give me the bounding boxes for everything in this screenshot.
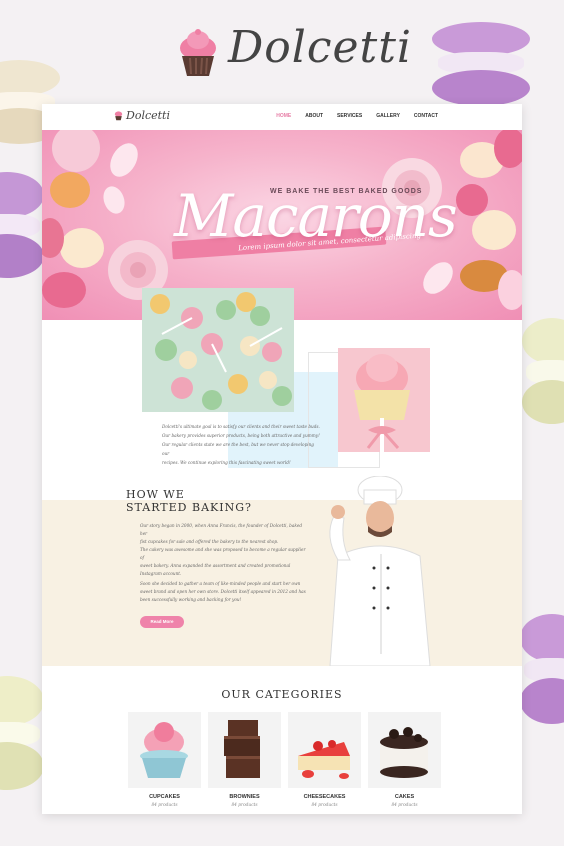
cupcake-icon [180, 29, 216, 76]
cupcake-icon [140, 722, 188, 778]
story-line: Our story began in 2000, when Anna Franc… [140, 523, 303, 536]
story-line: been successfully working and backing fo… [140, 597, 242, 602]
macaron-decoration-left [0, 172, 44, 280]
nav-gallery[interactable]: GALLERY [376, 113, 400, 119]
macaron-decoration-bottom-right [520, 614, 564, 726]
cupcake-image [338, 348, 430, 452]
category-image [208, 712, 281, 788]
story-line: sweet brand and open her own store. Dolc… [140, 589, 306, 594]
category-name: CAKES [394, 794, 415, 800]
about-text: Dolcetti's ultimate goal is to satisfy o… [162, 422, 322, 467]
nav-services[interactable]: SERVICES [337, 113, 362, 119]
story-line: Instagram account. [140, 571, 182, 576]
categories-list: CUPCAKES 84 products BROWNIES 84 product… [128, 712, 441, 808]
about-line: recipes. We continue exploring this fasc… [162, 460, 291, 465]
nav-logo-text: Dolcetti [126, 109, 170, 122]
story-paragraph-2: The cakery was awesome and she was propo… [140, 546, 310, 578]
cake-pops-image [142, 288, 294, 412]
story-paragraph-3: Soon she decided to gather a team of lik… [140, 580, 310, 604]
story-line: sweet bakery. Anna expanded the assortme… [140, 563, 291, 568]
category-name: CHEESECAKES [303, 794, 346, 800]
macaron-decoration-bottom-left [0, 676, 44, 792]
nav-logo[interactable]: Dolcetti [114, 109, 170, 122]
category-image [368, 712, 441, 788]
chef-image [329, 476, 431, 666]
top-navigation: Dolcetti HOME ABOUT SERVICES GALLERY CON… [42, 104, 522, 130]
story-section: HOW WE STARTED BAKING? Our story began i… [42, 476, 522, 666]
categories-title: OUR CATEGORIES [221, 688, 343, 701]
cupcake-illustration [354, 354, 410, 452]
story-title-line2: STARTED BAKING? [126, 501, 252, 514]
category-name: BROWNIES [229, 794, 260, 800]
story-paragraph-1: Our story began in 2000, when Anna Franc… [140, 522, 310, 546]
category-count: 84 products [231, 803, 258, 808]
nav-home[interactable]: HOME [276, 113, 291, 119]
category-card-cheesecakes[interactable]: CHEESECAKES 84 products [288, 712, 361, 808]
category-image [288, 712, 361, 788]
category-card-cakes[interactable]: CAKES 84 products [368, 712, 441, 808]
story-line: Soon she decided to gather a team of lik… [140, 581, 301, 586]
category-count: 84 products [151, 803, 178, 808]
story-line: The cakery was awesome and she was propo… [140, 547, 306, 560]
cake-pops-illustration [150, 292, 292, 410]
category-card-cupcakes[interactable]: CUPCAKES 84 products [128, 712, 201, 808]
nav-about[interactable]: ABOUT [305, 113, 323, 119]
read-more-button[interactable]: Read More [140, 616, 184, 628]
macaron-decoration-right [522, 318, 564, 428]
category-count: 84 products [391, 803, 418, 808]
about-line: Our bakery provides superior products, b… [162, 433, 320, 438]
brand-header: Dolcetti [0, 18, 564, 88]
category-card-brownies[interactable]: BROWNIES 84 products [208, 712, 281, 808]
category-count: 84 products [311, 803, 338, 808]
cupcake-icon [114, 111, 123, 121]
story-title: HOW WE STARTED BAKING? [126, 488, 256, 514]
cake-icon [380, 727, 428, 778]
cheesecake-icon [298, 740, 350, 779]
category-name: CUPCAKES [149, 794, 180, 800]
brand-name: Dolcetti [228, 22, 412, 73]
brownie-icon [224, 720, 260, 778]
story-title-line1: HOW WE [126, 488, 185, 501]
category-image [128, 712, 201, 788]
story-line: fist cupcakes for sale and offered the b… [140, 539, 279, 544]
nav-links: HOME ABOUT SERVICES GALLERY CONTACT [276, 113, 438, 119]
website-preview: Dolcetti HOME ABOUT SERVICES GALLERY CON… [42, 104, 522, 814]
about-line: Our regular clients state we are the bes… [162, 442, 314, 456]
nav-contact[interactable]: CONTACT [414, 113, 438, 119]
about-line: Dolcetti's ultimate goal is to satisfy o… [162, 424, 320, 429]
